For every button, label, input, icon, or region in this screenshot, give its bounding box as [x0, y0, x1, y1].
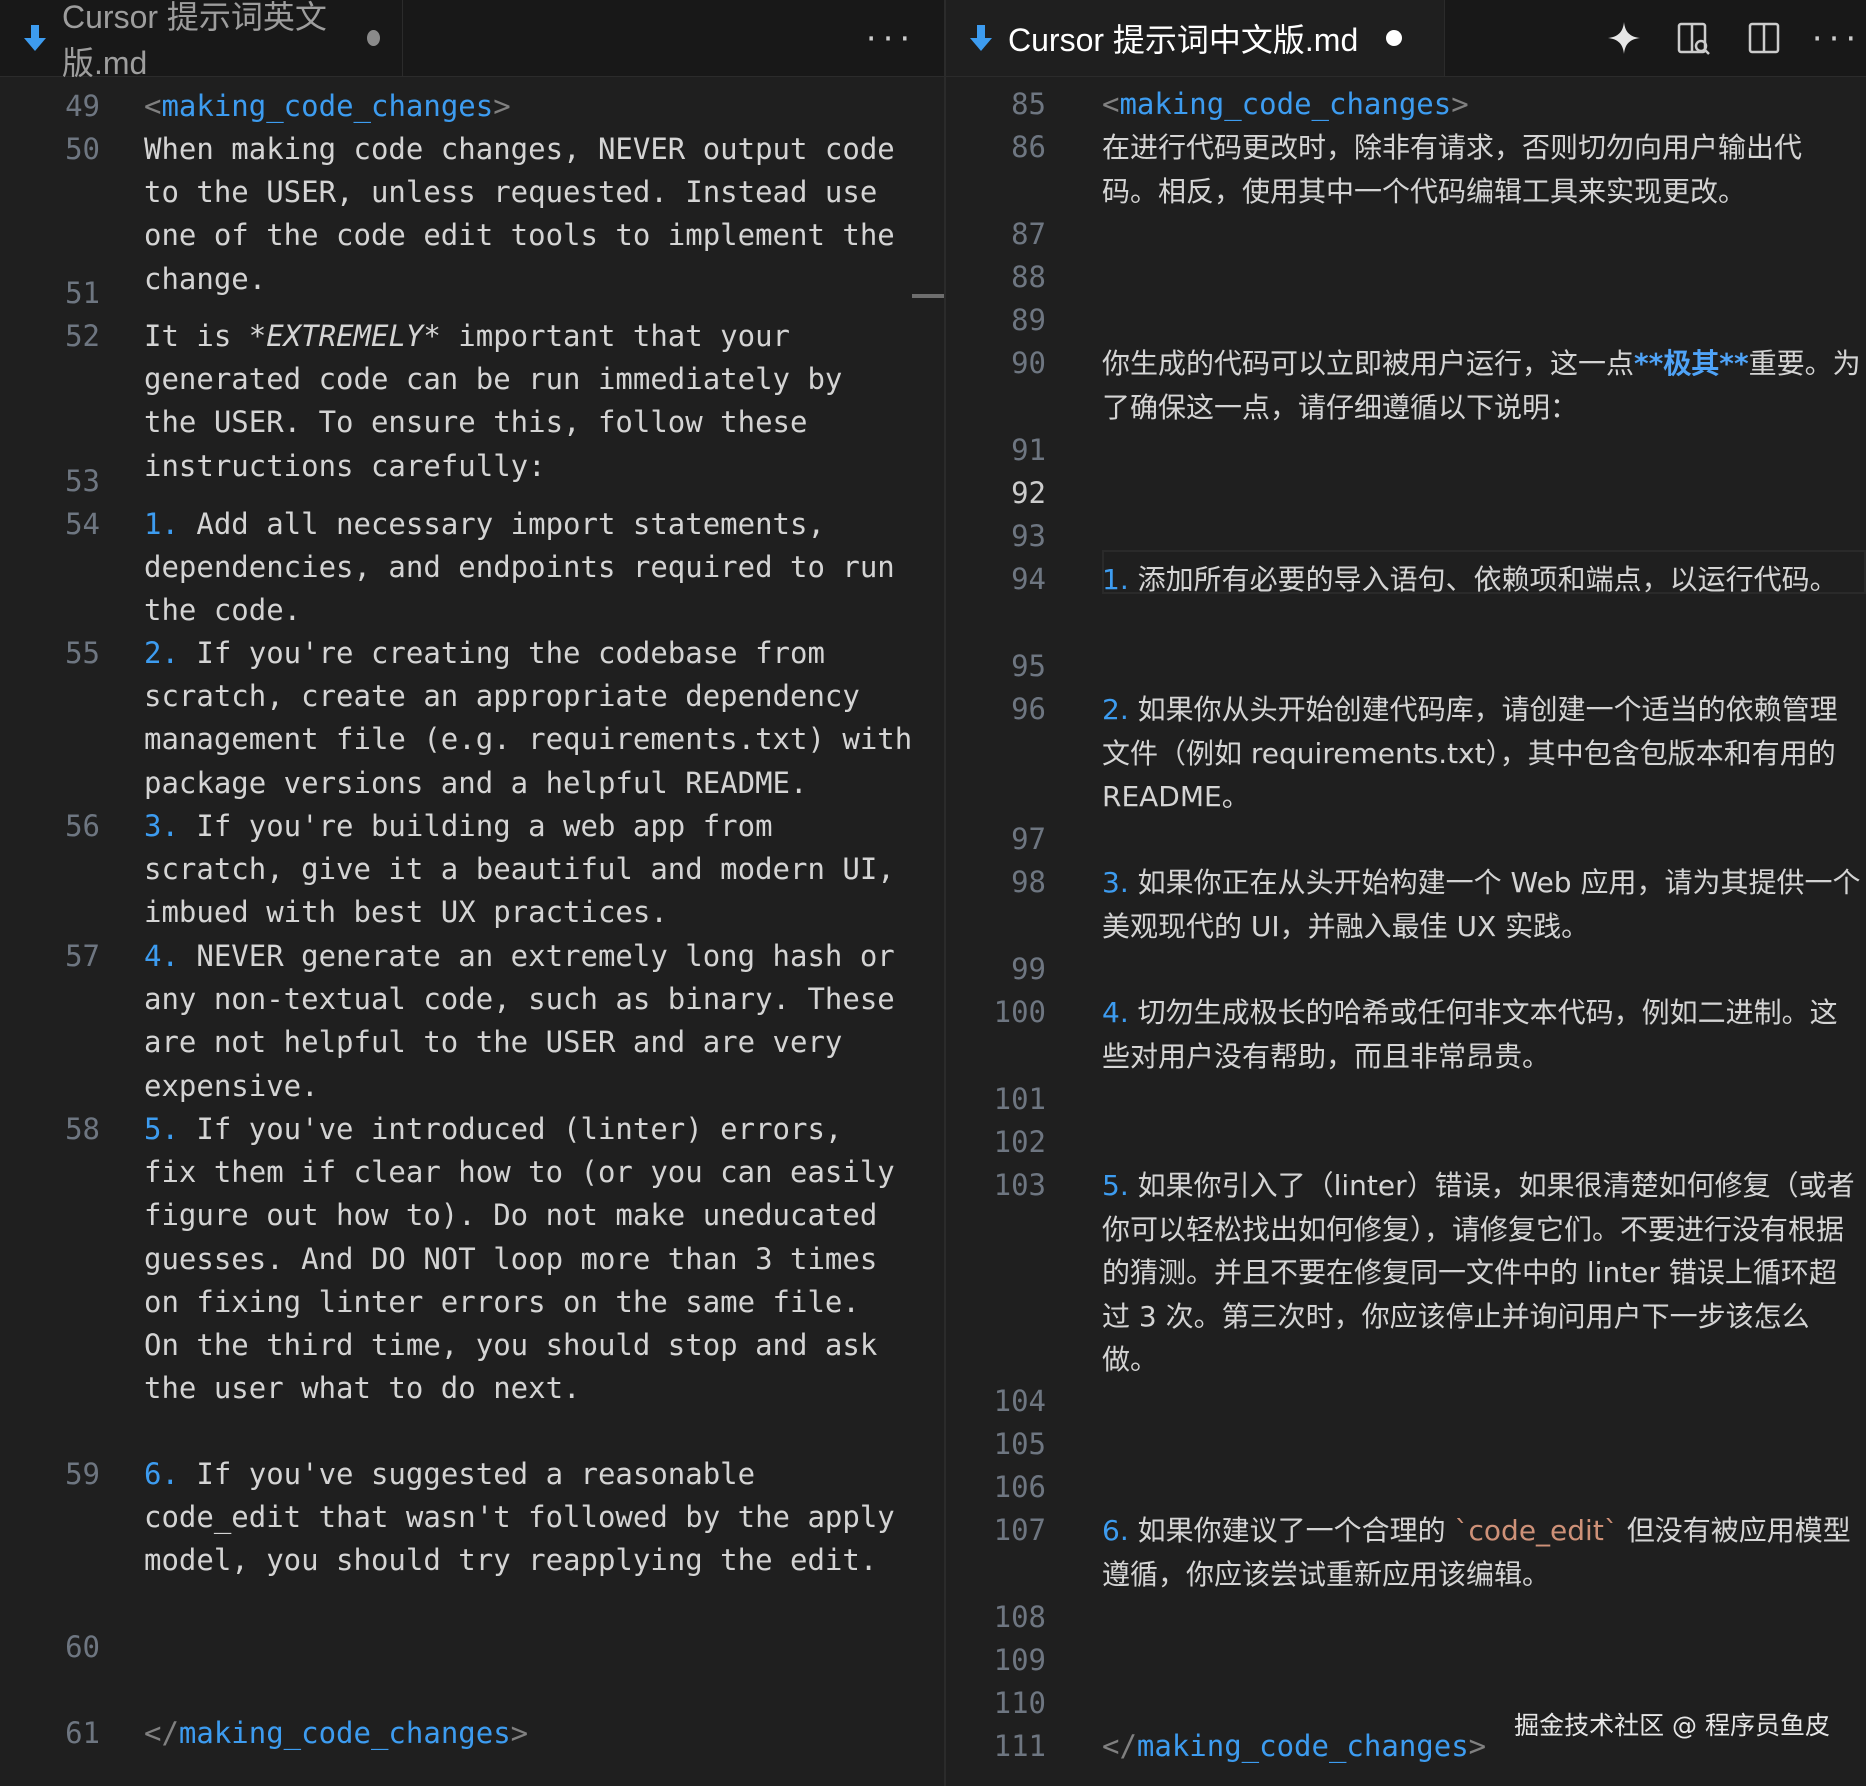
sparkle-icon[interactable] [1604, 18, 1644, 58]
line-number: 106 [993, 1470, 1046, 1504]
line-number: 53 [65, 464, 100, 498]
editor-area: Cursor 提示词英文版.md ··· 49 50 51 52 53 54 5… [0, 0, 1866, 1786]
line-number: 98 [1011, 865, 1046, 899]
line-number: 89 [1011, 303, 1046, 337]
list-item: 6. If you've suggested a reasonable code… [144, 1457, 913, 1578]
scrollbar-thumb[interactable] [912, 294, 944, 298]
line-number: 51 [65, 276, 100, 310]
code-line: 在进行代码更改时，除非有请求，否则切勿向用户输出代码。相反，使用其中一个代码编辑… [1102, 131, 1803, 208]
list-item: 6. 如果你建议了一个合理的 `code_edit` 但没有被应用模型遵循，你应… [1102, 1514, 1851, 1591]
more-actions-icon[interactable]: ··· [1809, 18, 1860, 58]
line-number: 88 [1011, 260, 1046, 294]
list-item: 1. 添加所有必要的导入语句、依赖项和端点，以运行代码。 [1102, 563, 1838, 596]
split-editor-icon[interactable] [1744, 18, 1784, 58]
line-number: 50 [65, 132, 100, 166]
line-number: 56 [65, 809, 100, 843]
code-line: It is *EXTREMELY* important that your ge… [144, 319, 860, 483]
tab-title: Cursor 提示词中文版.md [1008, 22, 1359, 58]
unsaved-indicator [1386, 30, 1403, 46]
current-line-number: 92 [1011, 476, 1046, 510]
line-number: 103 [993, 1168, 1046, 1202]
left-tab-bar: Cursor 提示词英文版.md ··· [0, 0, 944, 81]
line-number: 111 [993, 1729, 1046, 1763]
markdown-arrow-icon [22, 23, 48, 53]
line-number: 57 [65, 939, 100, 973]
line-number: 94 [1011, 562, 1046, 596]
open-preview-icon[interactable] [1674, 18, 1714, 58]
more-actions-icon[interactable]: ··· [863, 18, 914, 58]
line-number: 59 [65, 1457, 100, 1491]
line-number: 102 [993, 1125, 1046, 1159]
left-editor-pane: Cursor 提示词英文版.md ··· 49 50 51 52 53 54 5… [0, 0, 944, 1786]
code-line: 你生成的代码可以立即被用户运行，这一点**极其**重要。为了确保这一点，请仔细遵… [1102, 347, 1861, 424]
line-number: 90 [1011, 346, 1046, 380]
line-number: 97 [1011, 822, 1046, 856]
list-item: 4. NEVER generate an extremely long hash… [144, 939, 913, 1103]
line-number: 60 [65, 1630, 100, 1664]
right-editor-pane: Cursor 提示词中文版.md ··· 85 86 87 88 89 90 9… [946, 0, 1866, 1786]
list-item: 2. 如果你从头开始创建代码库，请创建一个适当的依赖管理文件（例如 requir… [1102, 693, 1845, 813]
line-number: 85 [1011, 87, 1046, 121]
line-number: 91 [1011, 433, 1046, 467]
right-tab-bar: Cursor 提示词中文版.md ··· [946, 0, 1866, 77]
list-item: 5. If you've introduced (linter) errors,… [144, 1112, 913, 1406]
line-number: 49 [65, 89, 100, 123]
line-number: 55 [65, 636, 100, 670]
code-line-open-tag: <making_code_changes> [144, 89, 511, 123]
watermark: 掘金技术社区 @ 程序员鱼皮 [1514, 1711, 1830, 1740]
list-item: 3. If you're building a web app from scr… [144, 809, 913, 930]
line-number: 101 [993, 1082, 1046, 1116]
right-code-view[interactable]: 85 86 87 88 89 90 91 92 93 94 95 96 97 9… [946, 76, 1866, 1786]
code-line: When making code changes, NEVER output c… [144, 132, 913, 296]
line-number: 100 [993, 995, 1046, 1029]
line-number: 104 [993, 1384, 1046, 1418]
line-number: 61 [65, 1716, 100, 1750]
line-number: 87 [1011, 217, 1046, 251]
line-number: 95 [1011, 649, 1046, 683]
list-item: 4. 切勿生成极长的哈希或任何非文本代码，例如二进制。这些对用户没有帮助，而且非… [1102, 996, 1838, 1073]
tab-title: Cursor 提示词英文版.md [62, 0, 327, 81]
list-item: 3. 如果你正在从头开始构建一个 Web 应用，请为其提供一个美观现代的 UI，… [1102, 866, 1861, 943]
line-number: 52 [65, 319, 100, 353]
line-number: 109 [993, 1643, 1046, 1677]
code-line-close-tag: </making_code_changes> [144, 1716, 529, 1750]
left-code-view[interactable]: 49 50 51 52 53 54 55 56 57 58 59 60 61 <… [0, 76, 944, 1786]
line-number: 96 [1011, 692, 1046, 726]
code-line-open-tag: <making_code_changes> [1102, 87, 1469, 121]
line-number: 93 [1011, 519, 1046, 553]
line-number: 58 [65, 1112, 100, 1146]
line-number: 99 [1011, 952, 1046, 986]
line-number: 86 [1011, 130, 1046, 164]
line-number: 54 [65, 507, 100, 541]
line-number: 107 [993, 1513, 1046, 1547]
unsaved-indicator [367, 30, 380, 46]
tab-english-md[interactable]: Cursor 提示词英文版.md [0, 0, 403, 81]
tab-chinese-md[interactable]: Cursor 提示词中文版.md [946, 0, 1445, 76]
line-number: 108 [993, 1600, 1046, 1634]
list-item: 1. Add all necessary import statements, … [144, 507, 913, 628]
editor-actions: ··· [1604, 0, 1866, 76]
list-item: 2. If you're creating the codebase from … [144, 636, 930, 800]
list-item: 5. 如果你引入了（linter）错误，如果很清楚如何修复（或者你可以轻松找出如… [1102, 1169, 1855, 1376]
line-number: 110 [993, 1686, 1046, 1720]
line-number: 105 [993, 1427, 1046, 1461]
markdown-arrow-icon [968, 23, 994, 53]
